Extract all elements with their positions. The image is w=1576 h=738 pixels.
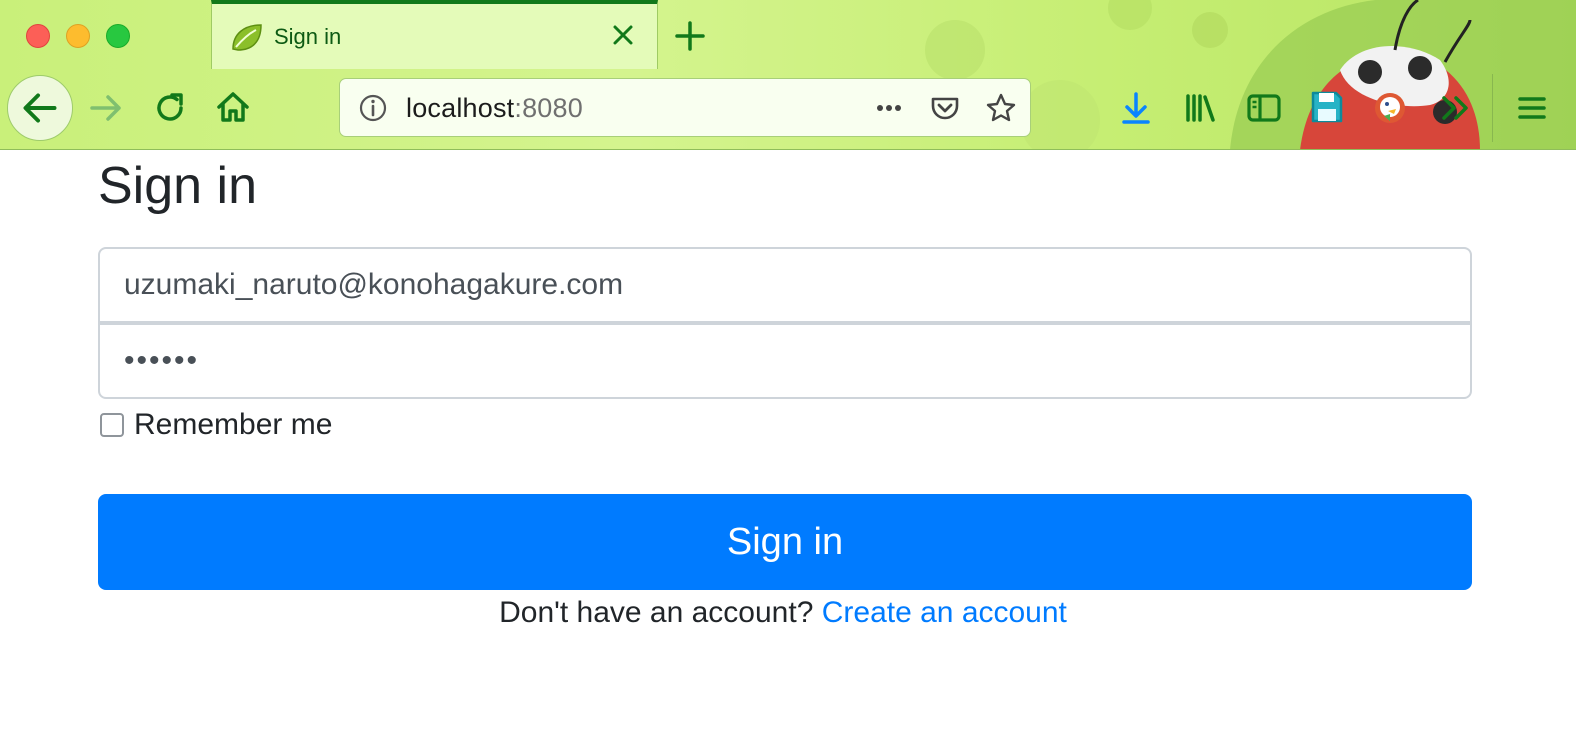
tab-title: Sign in (274, 24, 342, 49)
window-close-button[interactable] (26, 24, 50, 48)
overflow-chevron-icon[interactable] (1436, 88, 1476, 128)
window-maximize-button[interactable] (106, 24, 130, 48)
email-field[interactable] (98, 247, 1472, 323)
remember-me-label[interactable]: Remember me (134, 408, 332, 442)
spring-leaf-icon (230, 22, 264, 52)
star-icon[interactable] (984, 91, 1018, 125)
remember-me-checkbox[interactable] (100, 413, 124, 437)
url-bar[interactable]: localhost:8080 (339, 78, 1031, 137)
info-icon[interactable] (356, 91, 390, 125)
more-icon[interactable] (872, 91, 906, 125)
save-icon[interactable] (1307, 87, 1347, 127)
url-port: :8080 (514, 93, 583, 123)
remember-me-row: Remember me (100, 408, 332, 442)
tab-strip: Sign in (0, 0, 1576, 69)
sidebar-icon[interactable] (1244, 88, 1284, 128)
library-icon[interactable] (1181, 88, 1221, 128)
home-icon[interactable] (213, 87, 253, 127)
browser-chrome: Sign in localhost:8080 (0, 0, 1576, 150)
password-field[interactable] (98, 323, 1472, 399)
toolbar-separator (1492, 74, 1493, 142)
forward-arrow-icon[interactable] (86, 88, 126, 128)
url-text[interactable]: localhost:8080 (406, 93, 583, 124)
sign-in-button[interactable]: Sign in (98, 494, 1472, 590)
new-tab-icon[interactable] (672, 18, 708, 54)
create-account-prompt: Don't have an account? Create an account (0, 596, 1576, 630)
tab-sign-in[interactable]: Sign in (211, 0, 658, 69)
page-title: Sign in (98, 157, 257, 215)
url-host: localhost (406, 93, 515, 123)
duckduckgo-icon[interactable] (1370, 88, 1410, 128)
back-button[interactable] (7, 75, 73, 141)
sign-in-page: Sign in Remember me Sign in Don't have a… (0, 150, 1576, 738)
pocket-icon[interactable] (928, 91, 962, 125)
download-icon[interactable] (1116, 88, 1156, 128)
tab-close-icon[interactable] (608, 20, 638, 50)
menu-icon[interactable] (1512, 88, 1552, 128)
create-account-link[interactable]: Create an account (822, 596, 1067, 629)
navigation-toolbar: localhost:8080 (0, 68, 1576, 150)
window-minimize-button[interactable] (66, 24, 90, 48)
reload-icon[interactable] (150, 88, 190, 128)
no-account-text: Don't have an account? (499, 596, 814, 629)
back-arrow-icon (23, 93, 57, 123)
